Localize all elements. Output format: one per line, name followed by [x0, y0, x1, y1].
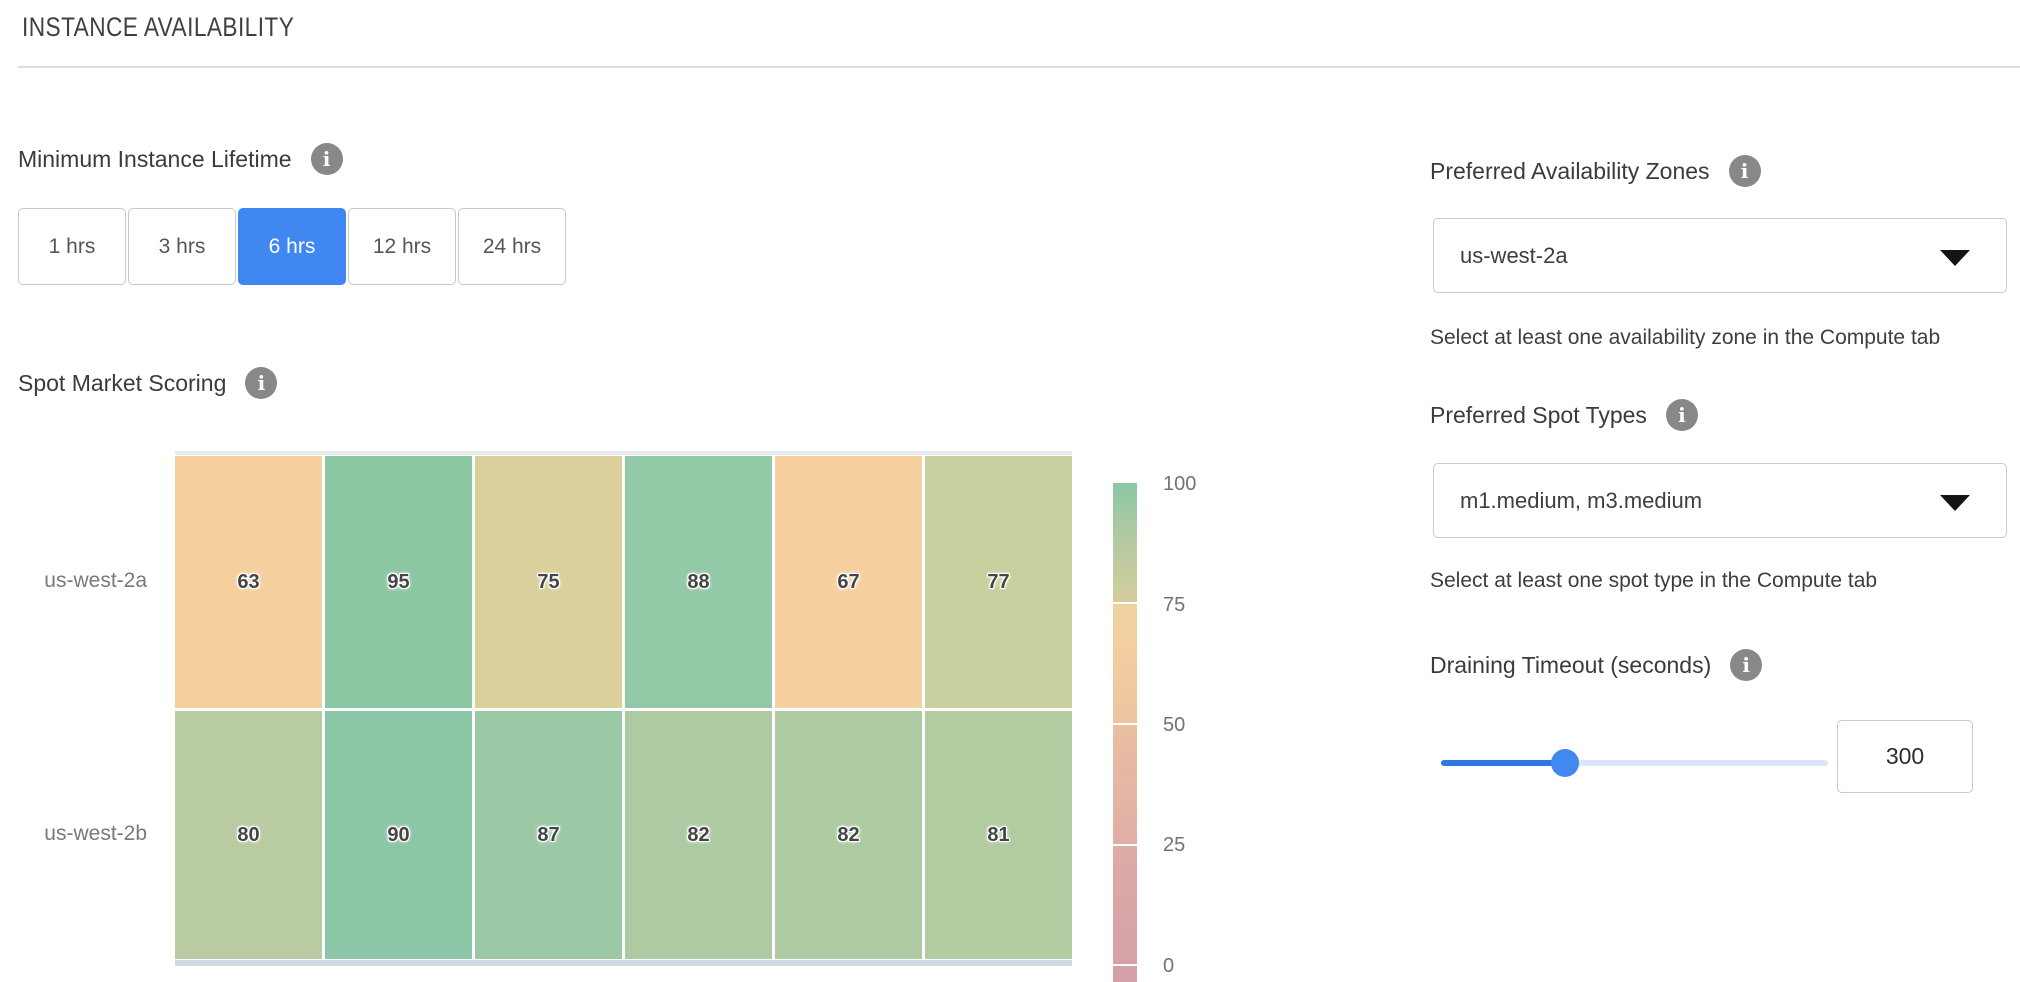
- heatmap-cell-value: 90: [387, 824, 409, 847]
- availability-zones-dropdown-value: us-west-2a: [1460, 219, 1568, 292]
- preferred-spot-types-label-row: Preferred Spot Types i: [1430, 399, 1698, 431]
- colorbar-tick-25: 25: [1163, 833, 1185, 857]
- slider-thumb[interactable]: [1551, 749, 1579, 777]
- minimum-instance-lifetime-label: Minimum Instance Lifetime: [18, 146, 292, 173]
- info-icon[interactable]: i: [1666, 399, 1698, 431]
- lifetime-option-24hrs[interactable]: 24 hrs: [458, 208, 566, 285]
- colorbar-tick-50: 50: [1163, 713, 1185, 737]
- page-title: INSTANCE AVAILABILITY: [22, 12, 294, 43]
- draining-timeout-label-row: Draining Timeout (seconds) i: [1430, 649, 1762, 681]
- heatmap-cell-value: 82: [837, 824, 859, 847]
- header-divider: [18, 66, 2020, 68]
- heatmap-cell: 95: [325, 456, 472, 708]
- heatmap-cell: 82: [625, 711, 772, 959]
- colorbar-segment: [1113, 725, 1137, 844]
- lifetime-option-1hrs[interactable]: 1 hrs: [18, 208, 126, 285]
- draining-timeout-input[interactable]: [1837, 720, 1973, 793]
- colorbar-tick-100: 100: [1163, 472, 1196, 496]
- info-icon[interactable]: i: [245, 367, 277, 399]
- preferred-spot-types-label: Preferred Spot Types: [1430, 402, 1647, 429]
- heatmap-cell: 75: [475, 456, 622, 708]
- colorbar-segment: [1113, 966, 1137, 982]
- heatmap-row-us-west-2b: 80 90 87 82 82 81: [175, 711, 1072, 959]
- minimum-instance-lifetime-label-row: Minimum Instance Lifetime i: [18, 143, 343, 175]
- chevron-down-icon: [1940, 250, 1970, 266]
- availability-zones-helper-text: Select at least one availability zone in…: [1430, 326, 1940, 350]
- info-icon[interactable]: i: [1729, 155, 1761, 187]
- lifetime-option-3hrs[interactable]: 3 hrs: [128, 208, 236, 285]
- heatmap-cell: 87: [475, 711, 622, 959]
- heatmap-cell: 90: [325, 711, 472, 959]
- colorbar-tick-75: 75: [1163, 593, 1185, 617]
- colorbar-segment: [1113, 604, 1137, 723]
- heatmap-cell-value: 77: [987, 571, 1009, 594]
- heatmap-cell-value: 67: [837, 571, 859, 594]
- info-icon[interactable]: i: [1730, 649, 1762, 681]
- heatmap-cell: 77: [925, 456, 1072, 708]
- heatmap-cell-value: 81: [987, 824, 1009, 847]
- heatmap-cell: 82: [775, 711, 922, 959]
- lifetime-button-group: 1 hrs 3 hrs 6 hrs 12 hrs 24 hrs: [18, 208, 566, 285]
- heatmap-cell-value: 75: [537, 571, 559, 594]
- heatmap-cell: 88: [625, 456, 772, 708]
- heatmap-cell: 81: [925, 711, 1072, 959]
- spot-types-helper-text: Select at least one spot type in the Com…: [1430, 569, 1877, 593]
- heatmap-cell-value: 88: [687, 571, 709, 594]
- spot-market-scoring-label-row: Spot Market Scoring i: [18, 367, 277, 399]
- heatmap-row-label-us-west-2a: us-west-2a: [20, 569, 147, 593]
- lifetime-option-12hrs[interactable]: 12 hrs: [348, 208, 456, 285]
- heatmap-cell: 80: [175, 711, 322, 959]
- spot-market-scoring-heatmap: 63 95 75 88 67 77 80 90 87 82 82 81: [175, 451, 1072, 966]
- heatmap-cell-value: 80: [237, 824, 259, 847]
- heatmap-cell-value: 63: [237, 571, 259, 594]
- heatmap-cell: 67: [775, 456, 922, 708]
- heatmap-colorbar: [1113, 483, 1137, 982]
- heatmap-cell-value: 95: [387, 571, 409, 594]
- chevron-down-icon: [1940, 495, 1970, 511]
- colorbar-segment: [1113, 846, 1137, 964]
- preferred-availability-zones-label-row: Preferred Availability Zones i: [1430, 155, 1761, 187]
- spot-market-scoring-label: Spot Market Scoring: [18, 370, 226, 397]
- draining-timeout-label: Draining Timeout (seconds): [1430, 652, 1711, 679]
- heatmap-row-label-us-west-2b: us-west-2b: [20, 822, 147, 846]
- heatmap-row-us-west-2a: 63 95 75 88 67 77: [175, 456, 1072, 708]
- heatmap-top-axis: [175, 451, 1072, 455]
- spot-types-dropdown-value: m1.medium, m3.medium: [1460, 464, 1702, 537]
- slider-fill: [1441, 760, 1565, 766]
- draining-timeout-slider[interactable]: [1441, 760, 1828, 766]
- preferred-availability-zones-label: Preferred Availability Zones: [1430, 158, 1710, 185]
- heatmap-cell-value: 82: [687, 824, 709, 847]
- heatmap-bottom-axis: [175, 960, 1072, 966]
- colorbar-segment: [1113, 483, 1137, 602]
- instance-availability-panel: INSTANCE AVAILABILITY Minimum Instance L…: [0, 0, 2020, 982]
- heatmap-cell-value: 87: [537, 824, 559, 847]
- heatmap-cell: 63: [175, 456, 322, 708]
- lifetime-option-6hrs[interactable]: 6 hrs: [238, 208, 346, 285]
- spot-types-dropdown[interactable]: m1.medium, m3.medium: [1433, 463, 2007, 538]
- colorbar-tick-0: 0: [1163, 954, 1174, 978]
- info-icon[interactable]: i: [311, 143, 343, 175]
- availability-zones-dropdown[interactable]: us-west-2a: [1433, 218, 2007, 293]
